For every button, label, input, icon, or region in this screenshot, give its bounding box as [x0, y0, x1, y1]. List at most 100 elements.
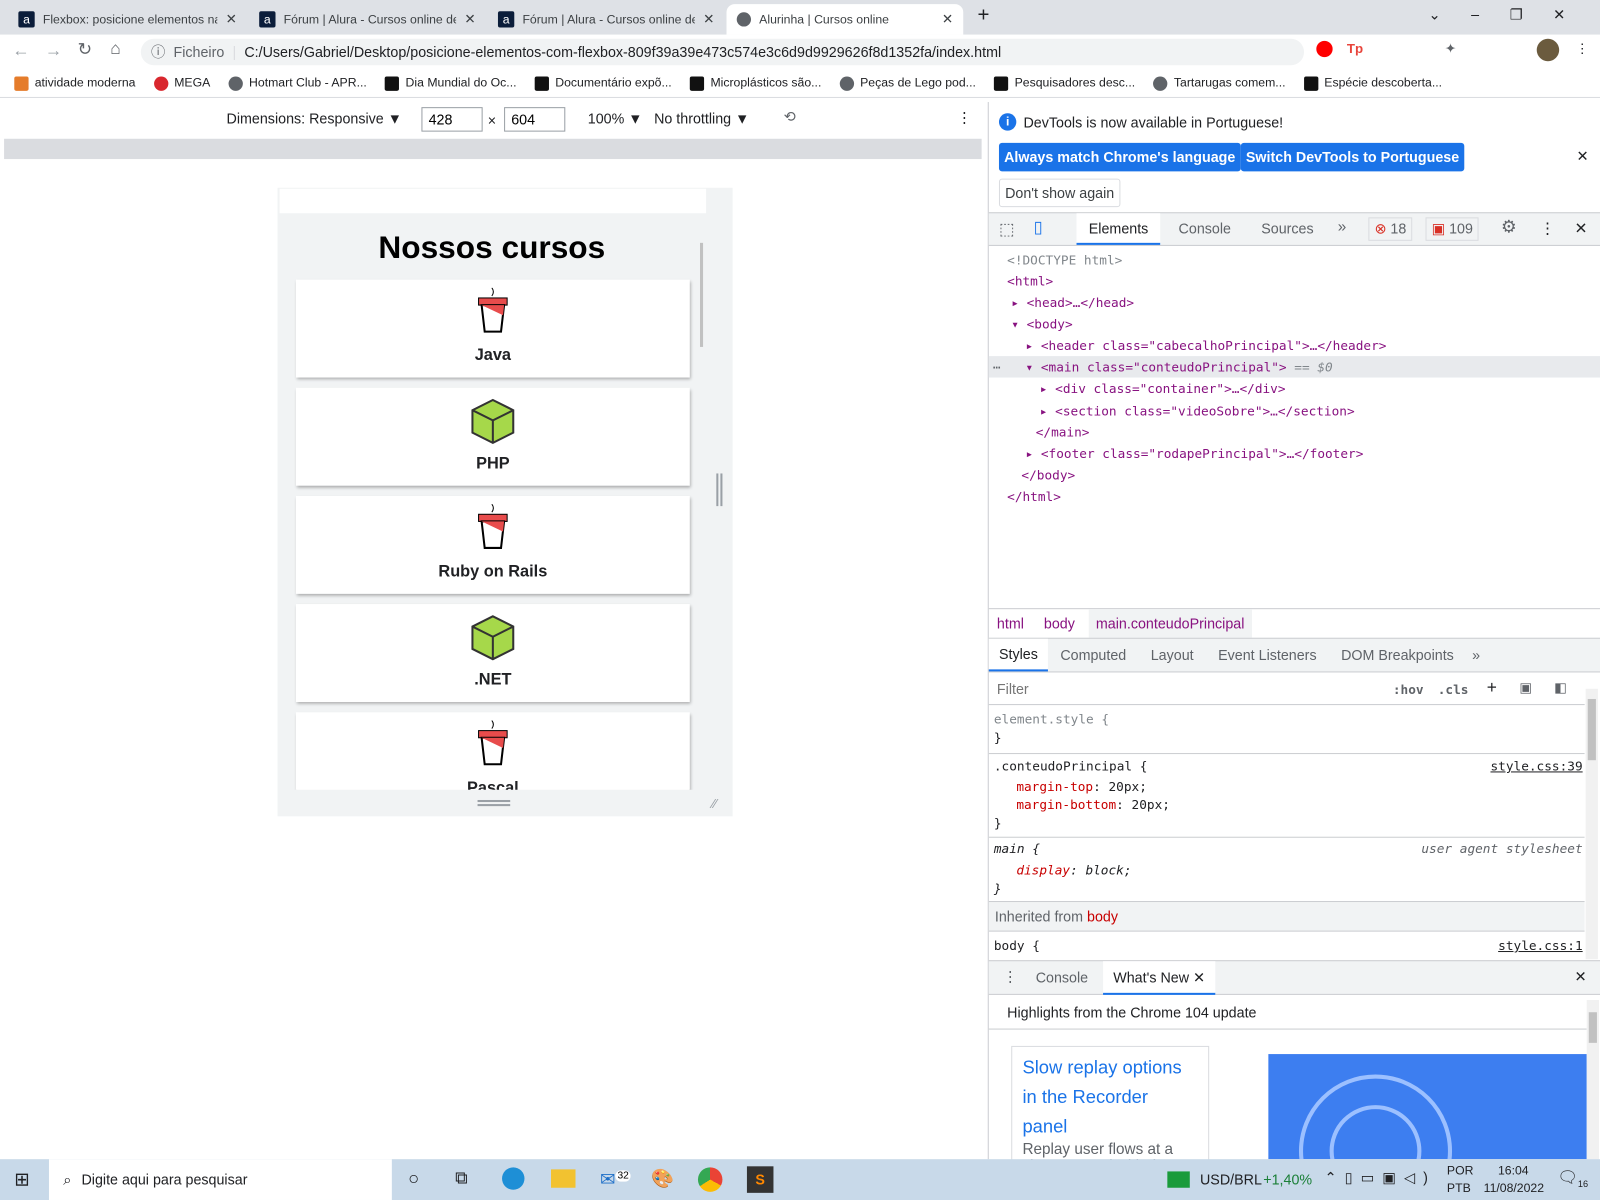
menu-icon[interactable]: ⋮	[1575, 41, 1588, 57]
resize-corner-icon[interactable]: ⁄⁄	[712, 796, 716, 811]
window-controls[interactable]: ⌄–❐✕	[1429, 6, 1596, 23]
bookmark[interactable]: Tartarugas comem...	[1153, 76, 1286, 91]
bookmark[interactable]: Hotmart Club - APR...	[228, 76, 367, 91]
close-tab-icon[interactable]: ✕	[226, 11, 237, 27]
task-view-icon[interactable]: ⧉	[455, 1168, 467, 1188]
tab-styles[interactable]: Styles	[988, 638, 1049, 672]
source-link[interactable]: style.css:39	[1490, 758, 1582, 773]
tab-dom-breakpoints[interactable]: DOM Breakpoints	[1329, 647, 1466, 663]
resize-handle-bottom[interactable]	[477, 799, 511, 807]
css-property[interactable]: margin-top: 20px;	[1016, 779, 1147, 794]
css-selector[interactable]: .conteudoPrincipal {	[994, 758, 1148, 773]
styles-scrollbar[interactable]	[1585, 688, 1598, 960]
file-explorer-icon[interactable]	[551, 1169, 576, 1188]
windows-start-icon[interactable]: ⊞	[14, 1169, 29, 1190]
forward-icon[interactable]: →	[45, 41, 62, 61]
browser-tab[interactable]: a Fórum | Alura - Cursos online de ✕	[249, 4, 486, 35]
tab-elements[interactable]: Elements	[1076, 213, 1161, 245]
course-card[interactable]: .NET	[295, 604, 690, 703]
cortana-icon[interactable]: ○	[408, 1168, 419, 1189]
device-toggle-icon[interactable]: ▯	[1034, 217, 1043, 237]
dom-node[interactable]: ▸ <div class="container">…</div>	[1040, 381, 1286, 396]
dom-node[interactable]: ▸ <header class="cabecalhoPrincipal">…</…	[1026, 338, 1387, 353]
issues-badge[interactable]: ▣ 109	[1425, 217, 1480, 241]
css-property[interactable]: margin-bottom: 20px;	[1016, 797, 1170, 812]
dom-node[interactable]: </main>	[1036, 424, 1090, 439]
bookmark[interactable]: Espécie descoberta...	[1303, 76, 1442, 91]
dom-node[interactable]: </body>	[1021, 467, 1075, 482]
dom-node[interactable]: ▸ <section class="videoSobre">…</section…	[1040, 403, 1355, 418]
close-tab-icon[interactable]: ✕	[703, 11, 714, 27]
close-devtools-icon[interactable]: ✕	[1574, 219, 1587, 237]
whats-new-card[interactable]: Slow replay options in the Recorder pane…	[1011, 1045, 1210, 1169]
dom-node-selected[interactable]: ▾ <main class="conteudoPrincipal"> == $0	[1026, 359, 1333, 374]
node-actions-icon[interactable]: ⋯	[993, 359, 1001, 374]
taskbar-search[interactable]: ⌕ Digite aqui para pesquisar	[48, 1159, 392, 1200]
errors-badge[interactable]: ⊗ 18	[1368, 217, 1413, 241]
sublime-icon[interactable]: S	[746, 1166, 774, 1193]
inspect-icon[interactable]: ⬚	[999, 219, 1014, 239]
bookmark[interactable]: MEGA	[153, 76, 210, 91]
bookmark[interactable]: Peças de Lego pod...	[839, 76, 976, 91]
new-rule-icon[interactable]: +	[1487, 678, 1497, 698]
youtube-extension-icon[interactable]	[1316, 40, 1333, 58]
bookmark[interactable]: Microplásticos são...	[690, 76, 821, 91]
tab-computed[interactable]: Computed	[1048, 647, 1138, 663]
browser-tab[interactable]: a Flexbox: posicione elementos na ✕	[8, 4, 247, 35]
dom-node[interactable]: <html>	[1007, 273, 1053, 288]
home-icon[interactable]: ⌂	[110, 39, 120, 59]
always-match-language-button[interactable]: Always match Chrome's language	[998, 142, 1241, 172]
tab-sources[interactable]: Sources	[1261, 220, 1313, 236]
browser-tab-active[interactable]: Alurinha | Cursos online ✕	[726, 4, 964, 35]
reload-icon[interactable]: ↻	[78, 40, 93, 60]
throttling-select[interactable]: No throttling ▼	[654, 110, 749, 126]
page-scrollbar[interactable]	[699, 242, 704, 347]
chrome-icon[interactable]	[697, 1167, 723, 1192]
mail-icon[interactable]: ✉ 32	[600, 1169, 631, 1190]
drawer-scrollbar[interactable]	[1586, 999, 1599, 1160]
dom-node[interactable]: <!DOCTYPE html>	[1007, 252, 1122, 267]
close-drawer-icon[interactable]: ✕	[1574, 968, 1586, 985]
drawer-tab-whats-new[interactable]: What's New ✕	[1103, 961, 1216, 995]
rotate-icon[interactable]: ⟲	[784, 108, 796, 125]
avatar[interactable]	[1536, 38, 1560, 62]
settings-gear-icon[interactable]: ⚙	[1501, 217, 1517, 237]
devtools-menu-icon[interactable]: ⋮	[1540, 219, 1555, 237]
course-card[interactable]: Pascal	[295, 712, 690, 790]
bookmark[interactable]: Dia Mundial do Oc...	[385, 76, 516, 91]
extension-icon[interactable]: Tp	[1347, 41, 1363, 56]
dont-show-again-button[interactable]: Don't show again	[998, 178, 1121, 208]
resize-handle-right[interactable]	[716, 473, 723, 507]
source-link[interactable]: style.css:1	[1498, 938, 1582, 953]
cls-toggle[interactable]: .cls	[1438, 682, 1469, 697]
tab-console[interactable]: Console	[1179, 220, 1231, 236]
edge-icon[interactable]	[502, 1167, 525, 1190]
close-tab-icon[interactable]: ✕	[942, 11, 953, 27]
zoom-select[interactable]: 100% ▼	[588, 110, 643, 126]
width-input[interactable]	[421, 107, 483, 132]
dom-node[interactable]: ▾ <body>	[1011, 316, 1072, 331]
tab-layout[interactable]: Layout	[1138, 647, 1205, 663]
dom-node[interactable]: ▸ <footer class="rodapePrincipal">…</foo…	[1026, 446, 1364, 461]
more-tabs-icon[interactable]: »	[1338, 218, 1347, 235]
bookmark[interactable]: atividade moderna	[14, 76, 135, 91]
course-card[interactable]: Java	[295, 279, 690, 378]
switch-to-portuguese-button[interactable]: Switch DevTools to Portuguese	[1240, 142, 1465, 172]
tray-icons[interactable]: ⌃▯▭▣◁)	[1324, 1169, 1436, 1186]
toggle-sidebar-icon[interactable]: ◧	[1554, 680, 1567, 696]
course-card[interactable]: PHP	[295, 387, 690, 486]
paint-app-icon[interactable]: 🎨	[651, 1168, 674, 1189]
tab-event-listeners[interactable]: Event Listeners	[1206, 647, 1329, 663]
height-input[interactable]	[504, 107, 566, 132]
more-tabs-icon[interactable]: »	[1466, 647, 1486, 663]
hov-toggle[interactable]: :hov	[1393, 682, 1424, 697]
extensions-icon[interactable]: ✦	[1445, 41, 1456, 57]
new-tab-button[interactable]: +	[978, 4, 990, 27]
close-tab-icon[interactable]: ✕	[464, 11, 475, 27]
notifications-icon[interactable]: 🗨16	[1557, 1167, 1588, 1189]
more-options-icon[interactable]: ⋮	[957, 109, 971, 126]
media-query-bar[interactable]	[4, 138, 982, 160]
dom-node[interactable]: ▸ <head>…</head>	[1011, 295, 1134, 310]
drawer-menu-icon[interactable]: ⋮	[1003, 968, 1017, 985]
address-bar[interactable]: ⓘ Ficheiro | C:/Users/Gabriel/Desktop/po…	[140, 38, 1305, 66]
